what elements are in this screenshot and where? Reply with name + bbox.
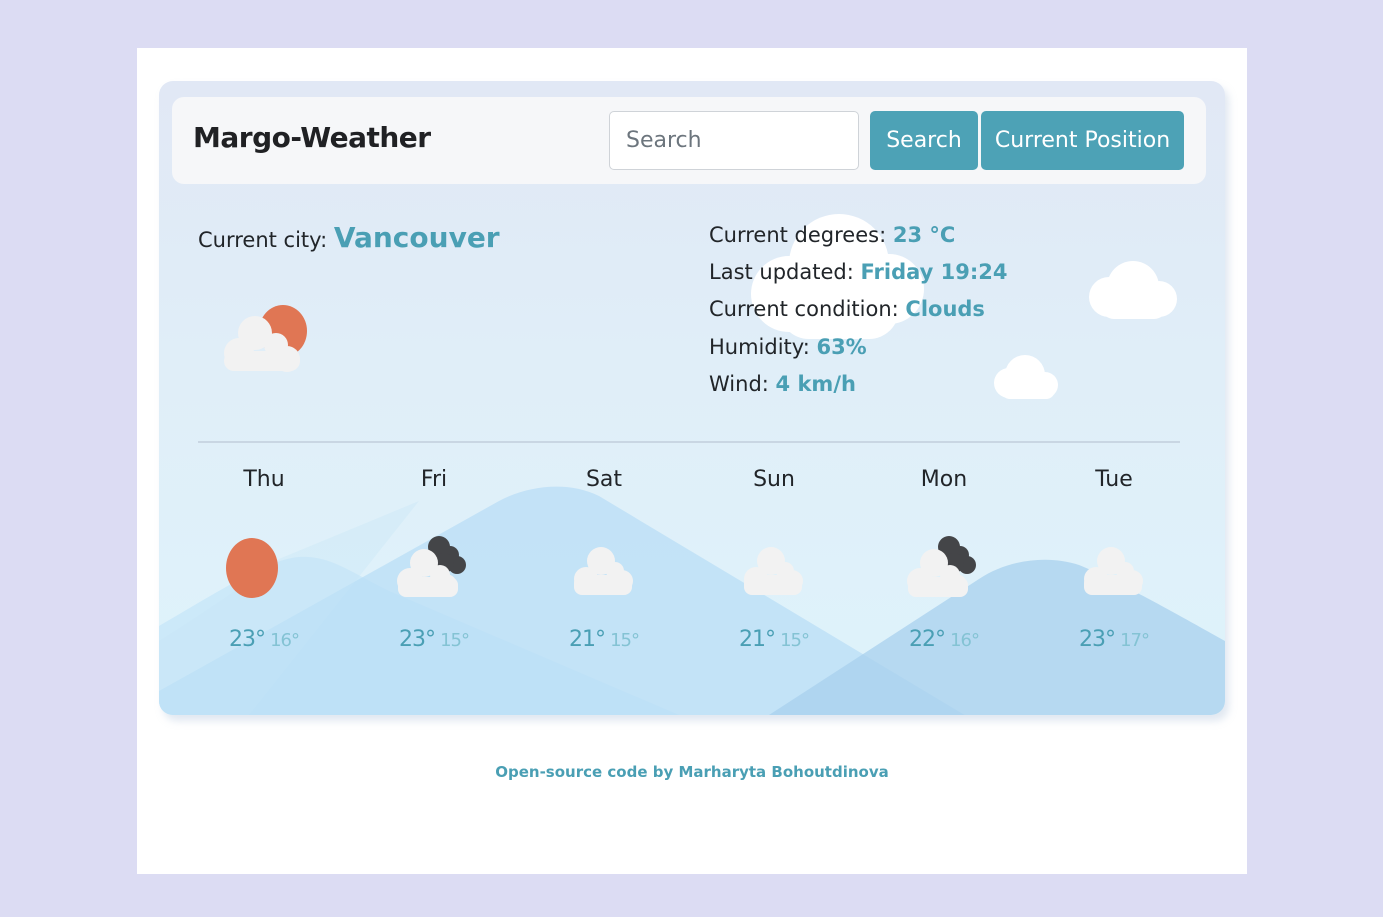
forecast-max: 21° xyxy=(739,627,776,652)
current-degrees: Current degrees: 23 °C xyxy=(709,223,956,247)
cloud-dark-cloud-icon xyxy=(397,536,466,597)
current-degrees-value: 23 °C xyxy=(892,223,956,247)
page: Margo-Weather Search Current Position Cu… xyxy=(137,48,1247,874)
last-updated: Last updated: Friday 19:24 xyxy=(709,260,1008,285)
wind: Wind: 4 km/h xyxy=(709,371,856,396)
forecast-temps: 21° 15° xyxy=(689,627,859,652)
forecast-day-name: Thu xyxy=(243,467,285,492)
current-position-button[interactable]: Current Position xyxy=(981,111,1184,170)
app-title: Margo-Weather xyxy=(193,121,431,154)
forecast-max: 22° xyxy=(909,627,946,652)
search-input[interactable] xyxy=(609,111,859,170)
cloud-icon xyxy=(1084,547,1143,595)
forecast-temps: 23° 15° xyxy=(349,627,519,652)
forecast-day: Tue 23° 17° xyxy=(1029,465,1199,675)
forecast-min: 15° xyxy=(780,630,810,651)
forecast-temps: 22° 16° xyxy=(859,627,1029,652)
sun-icon xyxy=(226,538,278,598)
wind-value: 4 km/h xyxy=(775,371,856,396)
forecast-day-name: Fri xyxy=(420,467,448,492)
forecast-day-name: Sun xyxy=(753,467,795,492)
forecast-day-name: Tue xyxy=(1095,467,1133,492)
weather-card: Margo-Weather Search Current Position Cu… xyxy=(159,81,1225,715)
footer: Open-source code by Marharyta Bohoutdino… xyxy=(137,763,1247,781)
current-city-name: Vancouver xyxy=(333,221,500,254)
forecast-max: 23° xyxy=(399,627,436,652)
forecast-max: 23° xyxy=(1079,627,1116,652)
decorative-cloud-right xyxy=(1089,261,1177,319)
cloud-icon xyxy=(744,547,803,595)
cloud-dark-cloud-icon xyxy=(907,536,976,597)
forecast-max: 21° xyxy=(569,627,606,652)
current-condition: Current condition: Clouds xyxy=(709,297,985,322)
cloud-sun-icon xyxy=(224,305,307,372)
forecast-day-name: Sat xyxy=(585,467,623,492)
forecast-min: 15° xyxy=(440,630,470,651)
forecast-day: Fri 23° 15° xyxy=(349,465,519,675)
forecast-temps: 23° 17° xyxy=(1029,627,1199,652)
forecast-day-name: Mon xyxy=(920,467,968,492)
forecast-day: Sat 21° 15° xyxy=(519,465,689,675)
forecast-min: 16° xyxy=(270,630,300,651)
current-city-label: Current city: xyxy=(198,228,328,252)
forecast-max: 23° xyxy=(229,627,266,652)
divider xyxy=(198,441,1180,443)
forecast-temps: 21° 15° xyxy=(519,627,689,652)
humidity-value: 63% xyxy=(816,334,867,359)
current-city: Current city: Vancouver xyxy=(198,221,500,254)
forecast-temps: 23° 16° xyxy=(179,627,349,652)
current-details: Current degrees: 23 °C Last updated: Fri… xyxy=(709,217,1007,403)
cloud-icon xyxy=(574,547,633,595)
forecast-min: 17° xyxy=(1120,630,1150,651)
forecast-day: Thu 23° 16° xyxy=(179,465,349,675)
top-bar: Margo-Weather Search Current Position xyxy=(172,97,1206,184)
forecast-min: 15° xyxy=(610,630,640,651)
open-source-link[interactable]: Open-source code by Marharyta Bohoutdino… xyxy=(495,763,889,781)
forecast-day: Sun 21° 15° xyxy=(689,465,859,675)
last-updated-value: Friday 19:24 xyxy=(860,260,1008,285)
forecast: Thu 23° 16° Fri 23° 15° Sat 21° 15° Sun … xyxy=(179,465,1199,675)
search-button[interactable]: Search xyxy=(870,111,978,170)
current-condition-value: Clouds xyxy=(905,297,985,322)
forecast-day: Mon 22° 16° xyxy=(859,465,1029,675)
forecast-min: 16° xyxy=(950,630,980,651)
humidity: Humidity: 63% xyxy=(709,334,867,359)
